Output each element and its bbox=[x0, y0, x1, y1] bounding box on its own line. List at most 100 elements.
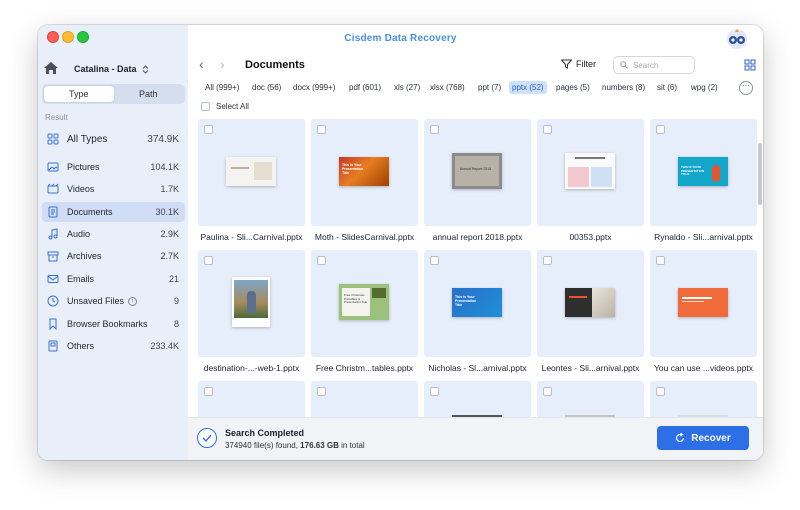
sidebar-item-others[interactable]: Others 233.4K bbox=[42, 336, 185, 356]
info-icon[interactable]: i bbox=[128, 297, 138, 307]
file-checkbox[interactable] bbox=[430, 125, 439, 134]
file-card[interactable] bbox=[650, 381, 757, 417]
view-mode-segmented-control: Type Path bbox=[42, 84, 185, 104]
file-checkbox[interactable] bbox=[204, 125, 213, 134]
file-card[interactable]: Leontes - Sli...arnival.pptx bbox=[537, 250, 644, 373]
search-input[interactable] bbox=[633, 60, 693, 70]
file-checkbox[interactable] bbox=[656, 125, 665, 134]
recover-button[interactable]: Recover bbox=[657, 426, 749, 450]
file-checkbox[interactable] bbox=[430, 387, 439, 396]
sidebar-item-label: Archives bbox=[67, 251, 102, 261]
file-thumbnail bbox=[424, 381, 531, 417]
sidebar-item-label: Others bbox=[67, 341, 95, 351]
sidebar-item-count: 1.7K bbox=[160, 184, 179, 194]
file-checkbox[interactable] bbox=[543, 256, 552, 265]
file-checkbox[interactable] bbox=[543, 125, 552, 134]
select-all[interactable]: Select All bbox=[201, 102, 249, 111]
tab-sit[interactable]: sit (6) bbox=[654, 81, 680, 94]
segment-type[interactable]: Type bbox=[44, 86, 114, 102]
sidebar-item-videos[interactable]: Videos 1.7K bbox=[42, 179, 185, 199]
sidebar-item-count: 2.9K bbox=[160, 229, 179, 239]
tab-doc[interactable]: doc (56) bbox=[249, 81, 284, 94]
file-checkbox[interactable] bbox=[543, 387, 552, 396]
tab-xls[interactable]: xls (27) bbox=[391, 81, 423, 94]
title-bar: Cisdem Data Recovery bbox=[38, 25, 763, 53]
file-card[interactable] bbox=[424, 381, 531, 417]
total-text: in total bbox=[338, 441, 365, 450]
sidebar-item-count: 374.9K bbox=[147, 133, 179, 145]
sidebar-item-count: 21 bbox=[168, 274, 179, 284]
status-title: Search Completed bbox=[225, 428, 305, 438]
unsaved-files-text: Unsaved Files bbox=[67, 295, 125, 306]
file-card[interactable]: THIS IS YOUR PRESENTATION TITLE Rynaldo … bbox=[650, 119, 757, 242]
file-checkbox[interactable] bbox=[204, 387, 213, 396]
tab-numbers[interactable]: numbers (8) bbox=[599, 81, 648, 94]
more-icon[interactable]: ··· bbox=[739, 81, 753, 95]
file-checkbox[interactable] bbox=[656, 387, 665, 396]
box-icon bbox=[47, 340, 59, 352]
tab-ppt[interactable]: ppt (7) bbox=[475, 81, 504, 94]
file-card[interactable]: This is Your Presentation Title Nicholas… bbox=[424, 250, 531, 373]
file-card[interactable]: This is Your Presentation Title Moth - S… bbox=[311, 119, 418, 242]
document-icon bbox=[47, 206, 59, 218]
sidebar-item-documents[interactable]: Documents 30.1K bbox=[42, 202, 185, 222]
file-card[interactable]: Paulina - Sli...Carnival.pptx bbox=[198, 119, 305, 242]
file-checkbox[interactable] bbox=[317, 387, 326, 396]
forward-arrow-icon[interactable]: › bbox=[220, 57, 225, 71]
sidebar-item-unsaved-files[interactable]: Unsaved Files i 9 bbox=[42, 291, 185, 311]
back-arrow-icon[interactable]: ‹ bbox=[199, 57, 204, 71]
tab-wpg[interactable]: wpg (2) bbox=[688, 81, 721, 94]
file-card[interactable] bbox=[311, 381, 418, 417]
file-card[interactable] bbox=[198, 381, 305, 417]
home-icon[interactable] bbox=[43, 61, 59, 75]
filter-button[interactable]: Filter bbox=[561, 59, 596, 69]
tab-pdf[interactable]: pdf (601) bbox=[346, 81, 384, 94]
file-card[interactable]: Annual Report 2018 annual report 2018.pp… bbox=[424, 119, 531, 242]
file-thumbnail bbox=[537, 119, 644, 226]
select-all-label: Select All bbox=[216, 102, 249, 111]
sidebar-item-emails[interactable]: Emails 21 bbox=[42, 269, 185, 289]
sidebar-item-all-types[interactable]: All Types 374.9K bbox=[42, 129, 185, 149]
file-thumbnail bbox=[537, 250, 644, 357]
file-checkbox[interactable] bbox=[430, 256, 439, 265]
scrollbar[interactable] bbox=[758, 143, 762, 205]
file-card[interactable]: You can use ...videos.pptx bbox=[650, 250, 757, 373]
sidebar-item-label: Unsaved Files i bbox=[67, 295, 174, 307]
select-all-checkbox[interactable] bbox=[201, 102, 210, 111]
grid-view-icon[interactable] bbox=[744, 59, 756, 71]
sidebar-item-pictures[interactable]: Pictures 104.1K bbox=[42, 157, 185, 177]
file-checkbox[interactable] bbox=[204, 256, 213, 265]
drive-selector[interactable]: Catalina - Data bbox=[74, 64, 149, 74]
file-thumbnail bbox=[650, 381, 757, 417]
segment-path[interactable]: Path bbox=[114, 86, 184, 102]
file-checkbox[interactable] bbox=[656, 256, 665, 265]
file-thumbnail bbox=[198, 250, 305, 357]
tab-pages[interactable]: pages (5) bbox=[553, 81, 593, 94]
file-name: Free Christm...tables.pptx bbox=[315, 363, 414, 373]
tab-xlsx[interactable]: xlsx (768) bbox=[427, 81, 468, 94]
file-checkbox[interactable] bbox=[317, 125, 326, 134]
recover-label: Recover bbox=[691, 432, 731, 444]
file-card[interactable]: destination-...-web-1.pptx bbox=[198, 250, 305, 373]
list-view-icon[interactable] bbox=[762, 59, 763, 71]
file-card[interactable]: 00353.pptx bbox=[537, 119, 644, 242]
file-card[interactable]: Free Christmas Printables & Presentation… bbox=[311, 250, 418, 373]
sidebar-item-label: Emails bbox=[67, 274, 95, 284]
christmas-thumb-title: Free Christmas Printables & Presentation… bbox=[344, 293, 368, 305]
sidebar-item-audio[interactable]: Audio 2.9K bbox=[42, 224, 185, 244]
tab-all[interactable]: All (999+) bbox=[202, 81, 242, 94]
tab-pptx[interactable]: pptx (52) bbox=[509, 81, 547, 94]
sidebar-item-archives[interactable]: Archives 2.7K bbox=[42, 246, 185, 266]
status-summary: 374940 file(s) found, 176.63 GB in total bbox=[225, 441, 365, 450]
file-checkbox[interactable] bbox=[317, 256, 326, 265]
recover-icon bbox=[676, 433, 685, 443]
music-icon bbox=[47, 228, 59, 240]
file-grid: Paulina - Sli...Carnival.pptx This is Yo… bbox=[188, 117, 763, 417]
filter-label: Filter bbox=[576, 59, 596, 69]
tab-docx[interactable]: docx (999+) bbox=[290, 81, 338, 94]
rynaldo-thumb-title: THIS IS YOUR PRESENTATION TITLE bbox=[681, 165, 705, 177]
sidebar-item-browser-bookmarks[interactable]: Browser Bookmarks 8 bbox=[42, 314, 185, 334]
file-card[interactable] bbox=[537, 381, 644, 417]
file-name: annual report 2018.pptx bbox=[432, 232, 523, 242]
app-title: Cisdem Data Recovery bbox=[344, 33, 457, 44]
